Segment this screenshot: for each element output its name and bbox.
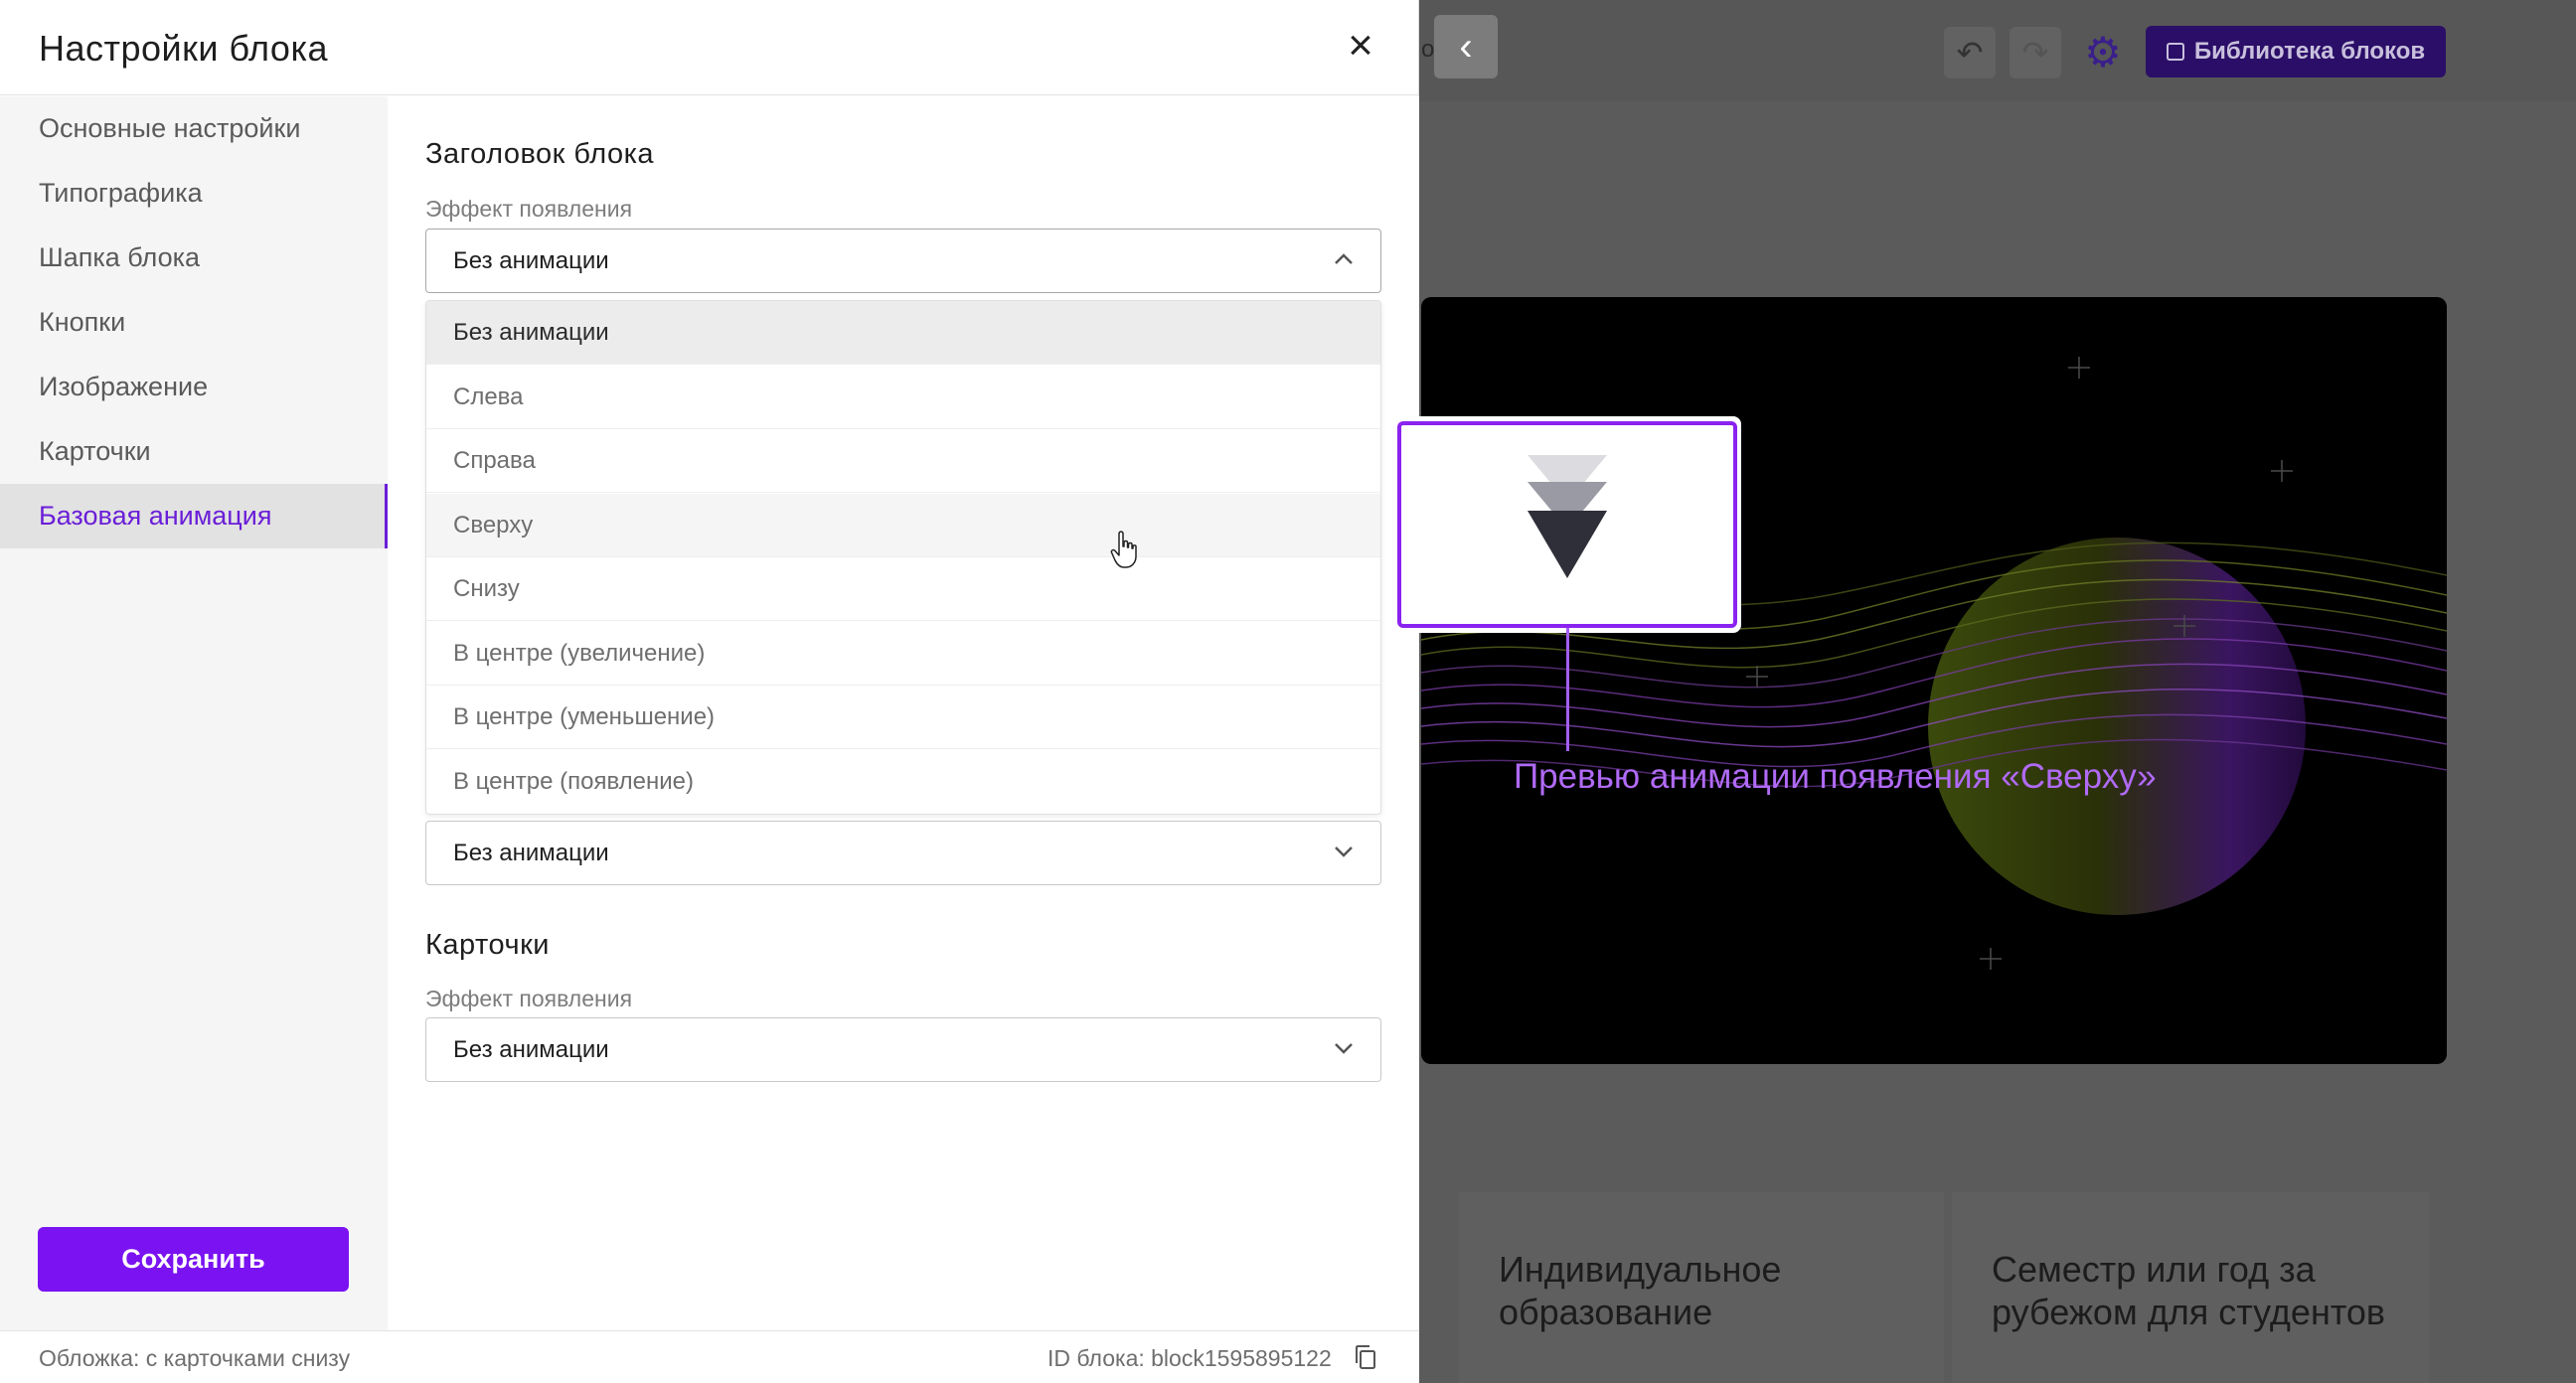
gear-icon: ⚙ <box>2084 29 2122 76</box>
undo-button[interactable]: ↶ <box>1944 27 1996 78</box>
callout-connector <box>1566 628 1569 751</box>
chevron-down-icon <box>1335 1043 1353 1054</box>
select-value: Без анимации <box>453 247 609 274</box>
dropdown-option-bottom[interactable]: Снизу <box>426 557 1380 621</box>
editor-canvas: отр ‹ ↶ ↷ ⚙ Библиотека блоков <box>1419 0 2576 1383</box>
sidebar-item-buttons[interactable]: Кнопки <box>0 290 388 355</box>
save-button[interactable]: Сохранить <box>38 1227 349 1292</box>
chevron-left-icon: ‹ <box>1459 25 1473 69</box>
settings-sidebar: Основные настройки Типографика Шапка бло… <box>0 96 388 1330</box>
sidebar-item-base-animation[interactable]: Базовая анимация <box>0 484 388 548</box>
section-title-heading: Заголовок блока <box>425 138 655 170</box>
dropdown-option-top[interactable]: Сверху <box>426 493 1380 557</box>
chevron-up-icon <box>1335 253 1353 264</box>
hero-artwork <box>1421 357 2447 970</box>
dropdown-option-center-zoom-out[interactable]: В центре (уменьшение) <box>426 686 1380 749</box>
program-card-semester[interactable]: Семестр или год за рубежом для студентов <box>1952 1192 2429 1383</box>
hero-image <box>1421 297 2447 1064</box>
block-library-label: Библиотека блоков <box>2193 38 2426 65</box>
redo-button[interactable]: ↷ <box>2010 27 2061 78</box>
dropdown-option-none[interactable]: Без анимации <box>426 301 1380 365</box>
animation-preview <box>1397 421 1737 628</box>
select-value: Без анимации <box>453 840 609 866</box>
settings-button[interactable]: ⚙ <box>2077 27 2129 78</box>
dropdown-option-center-zoom-in[interactable]: В центре (увеличение) <box>426 622 1380 686</box>
undo-icon: ↶ <box>1956 35 1984 71</box>
modal-title: Настройки блока <box>39 28 329 69</box>
card-title: Семестр или год за рубежом для студентов <box>1992 1249 2386 1332</box>
field-label-effect: Эффект появления <box>425 986 633 1011</box>
triangles-down-icon <box>1528 455 1607 578</box>
dropdown-option-right[interactable]: Справа <box>426 429 1380 493</box>
hand-cursor-icon <box>1110 531 1137 568</box>
program-card-individual[interactable]: Индивидуальное образование <box>1459 1192 1944 1383</box>
dropdown-option-center-fade[interactable]: В центре (появление) <box>426 750 1380 814</box>
sidebar-item-basic-settings[interactable]: Основные настройки <box>0 96 388 161</box>
library-icon <box>2166 43 2184 61</box>
hero-sphere <box>1928 538 2306 915</box>
close-icon: × <box>1348 21 1373 70</box>
sidebar-item-cards[interactable]: Карточки <box>0 419 388 484</box>
sidebar-item-block-header[interactable]: Шапка блока <box>0 226 388 290</box>
settings-content: Заголовок блока Эффект появления Без ани… <box>388 96 1419 1330</box>
sidebar-item-typography[interactable]: Типографика <box>0 161 388 226</box>
copy-icon[interactable] <box>1354 1344 1377 1370</box>
card-title: Индивидуальное образование <box>1499 1249 1782 1332</box>
heading-effect-select[interactable]: Без анимации <box>425 229 1381 293</box>
block-type-label: Обложка: с карточками снизу <box>39 1345 351 1371</box>
dropdown-option-left[interactable]: Слева <box>426 366 1380 429</box>
modal-footer: Обложка: с карточками снизу ID блока: bl… <box>0 1330 1419 1383</box>
effect-dropdown-menu: Без анимации Слева Справа Сверху Снизу В… <box>425 300 1381 815</box>
block-settings-modal: Настройки блока × Основные настройки Тип… <box>0 0 1419 1383</box>
collapse-panel-button[interactable]: ‹ <box>1434 15 1498 78</box>
close-button[interactable]: × <box>1342 24 1379 68</box>
editor-toolbar: отр ‹ ↶ ↷ ⚙ Библиотека блоков <box>1419 0 2576 101</box>
select-value: Без анимации <box>453 1036 609 1063</box>
hidden-effect-select[interactable]: Без анимации <box>425 821 1381 885</box>
redo-icon: ↷ <box>2021 35 2049 71</box>
preview-caption: Превью анимации появления «Сверху» <box>1514 757 2157 796</box>
modal-header: Настройки блока × <box>0 0 1419 95</box>
sidebar-item-image[interactable]: Изображение <box>0 355 388 419</box>
block-library-button[interactable]: Библиотека блоков <box>2146 26 2446 77</box>
section-title-cards: Карточки <box>425 929 550 961</box>
field-label-effect: Эффект появления <box>425 196 633 222</box>
chevron-down-icon <box>1335 846 1353 857</box>
cards-effect-select[interactable]: Без анимации <box>425 1017 1381 1082</box>
block-id-label: ID блока: block1595895122 <box>1047 1345 1332 1371</box>
